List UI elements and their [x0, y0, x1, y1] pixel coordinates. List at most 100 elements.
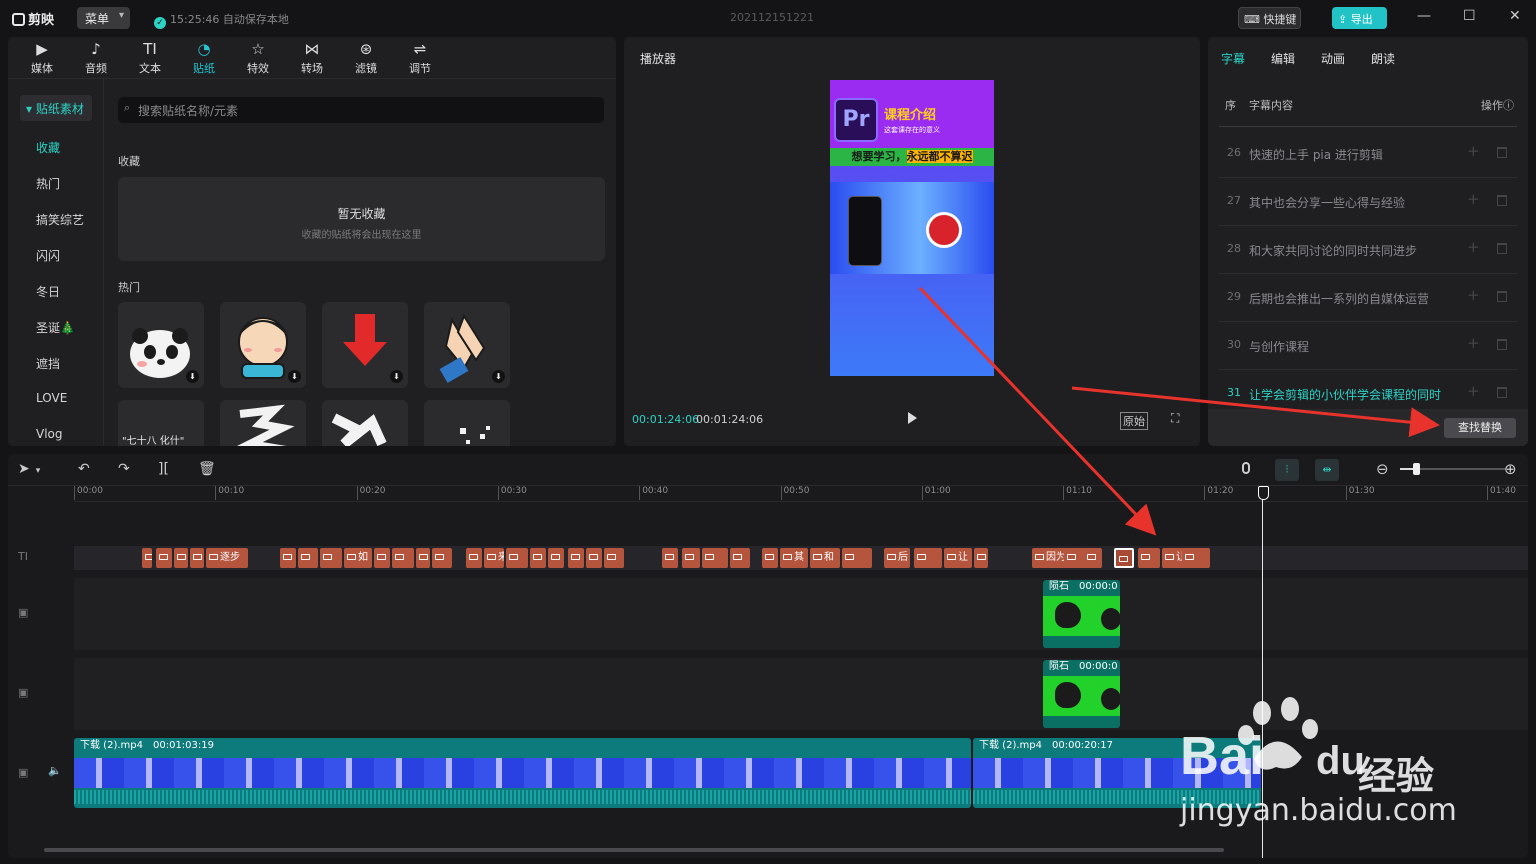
- export-button[interactable]: ⇪ 导出: [1332, 7, 1387, 29]
- tab-4[interactable]: ☆ 特效: [238, 40, 278, 76]
- subtitle-clip[interactable]: [156, 548, 172, 568]
- subtitle-tab[interactable]: 编辑: [1271, 50, 1295, 67]
- timeline-scrollbar[interactable]: [44, 848, 1224, 852]
- volume-icon[interactable]: 🔈: [48, 764, 62, 777]
- tab-3[interactable]: ◔ 贴纸: [184, 40, 224, 76]
- sticker-brush-a[interactable]: [220, 400, 306, 446]
- sticker-category-item[interactable]: 收藏: [36, 139, 60, 156]
- add-icon[interactable]: +: [1467, 286, 1480, 304]
- delete-icon[interactable]: [1497, 291, 1507, 302]
- sticker-category-item[interactable]: 圣诞🎄: [36, 319, 75, 336]
- zoom-out-icon[interactable]: ⊖: [1376, 460, 1389, 478]
- sticker-category-item[interactable]: LOVE: [36, 391, 67, 405]
- delete-icon[interactable]: [1497, 339, 1507, 350]
- close-icon[interactable]: ✕: [1509, 8, 1521, 24]
- undo-icon[interactable]: ↶: [78, 461, 90, 477]
- subtitle-row[interactable]: 28 和大家共同讨论的同时共同进步 +: [1219, 226, 1517, 274]
- tab-5[interactable]: ⋈ 转场: [292, 40, 332, 76]
- download-icon[interactable]: ⬇: [390, 370, 403, 383]
- sticker-search-input[interactable]: ⌕ 搜索贴纸名称/元素: [118, 97, 604, 123]
- sticker-category-item[interactable]: 闪闪: [36, 247, 60, 264]
- subtitle-clip[interactable]: [1114, 548, 1134, 568]
- subtitle-clip[interactable]: [548, 548, 564, 568]
- subtitle-clip[interactable]: [974, 548, 988, 568]
- subtitle-clip[interactable]: [320, 548, 342, 568]
- time-ruler[interactable]: 00:00 00:10 00:20 00:30 00:40 00:50 01:00 01:10…: [74, 486, 1528, 502]
- linkage-icon[interactable]: ⇹: [1315, 459, 1339, 481]
- add-icon[interactable]: +: [1467, 142, 1480, 160]
- minimize-icon[interactable]: —: [1417, 8, 1431, 24]
- sticker-boy[interactable]: ⬇: [220, 302, 306, 388]
- tab-0[interactable]: ▶ 媒体: [22, 40, 62, 76]
- download-icon[interactable]: ⬇: [288, 370, 301, 383]
- download-icon[interactable]: ⬇: [186, 370, 199, 383]
- subtitle-clip[interactable]: [604, 548, 624, 568]
- subtitle-clip[interactable]: [298, 548, 318, 568]
- zoom-in-icon[interactable]: ⊕: [1504, 460, 1517, 478]
- subtitle-clip[interactable]: [530, 548, 546, 568]
- subtitle-clip[interactable]: [506, 548, 528, 568]
- subtitle-clip[interactable]: [1182, 548, 1210, 568]
- subtitle-clip[interactable]: [190, 548, 204, 568]
- split-icon[interactable]: ][: [158, 461, 169, 477]
- sticker-category-item[interactable]: 热门: [36, 175, 60, 192]
- subtitle-clip[interactable]: [662, 548, 678, 568]
- subtitle-row[interactable]: 27 其中也会分享一些心得与经验 +: [1219, 178, 1517, 226]
- subtitle-clip[interactable]: [702, 548, 728, 568]
- subtitle-row[interactable]: 29 后期也会推出一系列的自媒体运营 +: [1219, 274, 1517, 322]
- subtitle-clip[interactable]: 后: [884, 548, 910, 568]
- zoom-slider-handle[interactable]: [1413, 463, 1420, 475]
- sticker-category-item[interactable]: 冬日: [36, 283, 60, 300]
- tab-2[interactable]: TI 文本: [130, 40, 170, 76]
- subtitle-clip[interactable]: [586, 548, 602, 568]
- video-preview[interactable]: Pr 课程介绍 这套课存在的意义 想要学习，永远都不算迟: [830, 80, 994, 376]
- menu-button[interactable]: 菜单 ▾: [77, 7, 130, 29]
- sticker-category-head[interactable]: ▾ 贴纸素材: [20, 95, 92, 121]
- select-cursor-icon[interactable]: ➤ ▾: [18, 461, 40, 477]
- sticker-brush-b[interactable]: [322, 400, 408, 446]
- main-video-clip-1[interactable]: 下载 (2).mp4 00:01:03:19: [74, 738, 971, 808]
- subtitle-clip[interactable]: 和: [810, 548, 840, 568]
- subtitle-clip[interactable]: [416, 548, 430, 568]
- subtitle-clip[interactable]: 其: [780, 548, 808, 568]
- add-icon[interactable]: +: [1467, 238, 1480, 256]
- subtitle-row[interactable]: 30 与创作课程 +: [1219, 322, 1517, 370]
- subtitle-clip[interactable]: [392, 548, 414, 568]
- sticker-category-item[interactable]: 搞笑综艺: [36, 211, 84, 228]
- shortcut-button[interactable]: ⌨ 快捷键: [1238, 7, 1301, 29]
- download-icon[interactable]: ⬇: [492, 370, 505, 383]
- delete-icon[interactable]: [1497, 243, 1507, 254]
- subtitle-clip[interactable]: [682, 548, 700, 568]
- subtitle-clip[interactable]: [568, 548, 584, 568]
- subtitle-clip[interactable]: [914, 548, 942, 568]
- add-icon[interactable]: +: [1467, 334, 1480, 352]
- tab-7[interactable]: ⇌ 调节: [400, 40, 440, 76]
- ratio-original-button[interactable]: 原始: [1120, 412, 1148, 430]
- maximize-icon[interactable]: ☐: [1463, 8, 1476, 24]
- delete-icon[interactable]: [1497, 195, 1507, 206]
- add-icon[interactable]: +: [1467, 382, 1480, 400]
- subtitle-clip[interactable]: [280, 548, 296, 568]
- subtitle-row[interactable]: 26 快速的上手 pia 进行剪辑 +: [1219, 130, 1517, 178]
- sticker-dots[interactable]: [424, 400, 510, 446]
- subtitle-clip[interactable]: [762, 548, 778, 568]
- subtitle-tab[interactable]: 朗读: [1371, 50, 1395, 67]
- subtitle-clip[interactable]: [142, 548, 152, 568]
- subtitle-tab[interactable]: 字幕: [1221, 50, 1245, 67]
- subtitle-clip[interactable]: 逐步: [206, 548, 248, 568]
- play-icon[interactable]: [908, 412, 917, 424]
- sticker-category-item[interactable]: Vlog: [36, 427, 63, 441]
- find-replace-button[interactable]: 查找替换: [1444, 418, 1516, 438]
- auto-snap-icon[interactable]: ⫶: [1275, 459, 1299, 481]
- sticker-clap-hands[interactable]: ⬇: [424, 302, 510, 388]
- meteor-clip[interactable]: 陨石 00:00:0: [1043, 580, 1120, 648]
- sticker-red-arrow[interactable]: ⬇: [322, 302, 408, 388]
- subtitle-clip[interactable]: 来: [484, 548, 504, 568]
- delete-icon[interactable]: [1497, 387, 1507, 398]
- subtitle-clip[interactable]: [374, 548, 390, 568]
- tab-1[interactable]: ♪ 音频: [76, 40, 116, 76]
- subtitle-clip[interactable]: [432, 548, 452, 568]
- meteor-clip[interactable]: 陨石 00:00:0: [1043, 660, 1120, 728]
- microphone-icon[interactable]: [1242, 462, 1250, 474]
- subtitle-clip[interactable]: [466, 548, 482, 568]
